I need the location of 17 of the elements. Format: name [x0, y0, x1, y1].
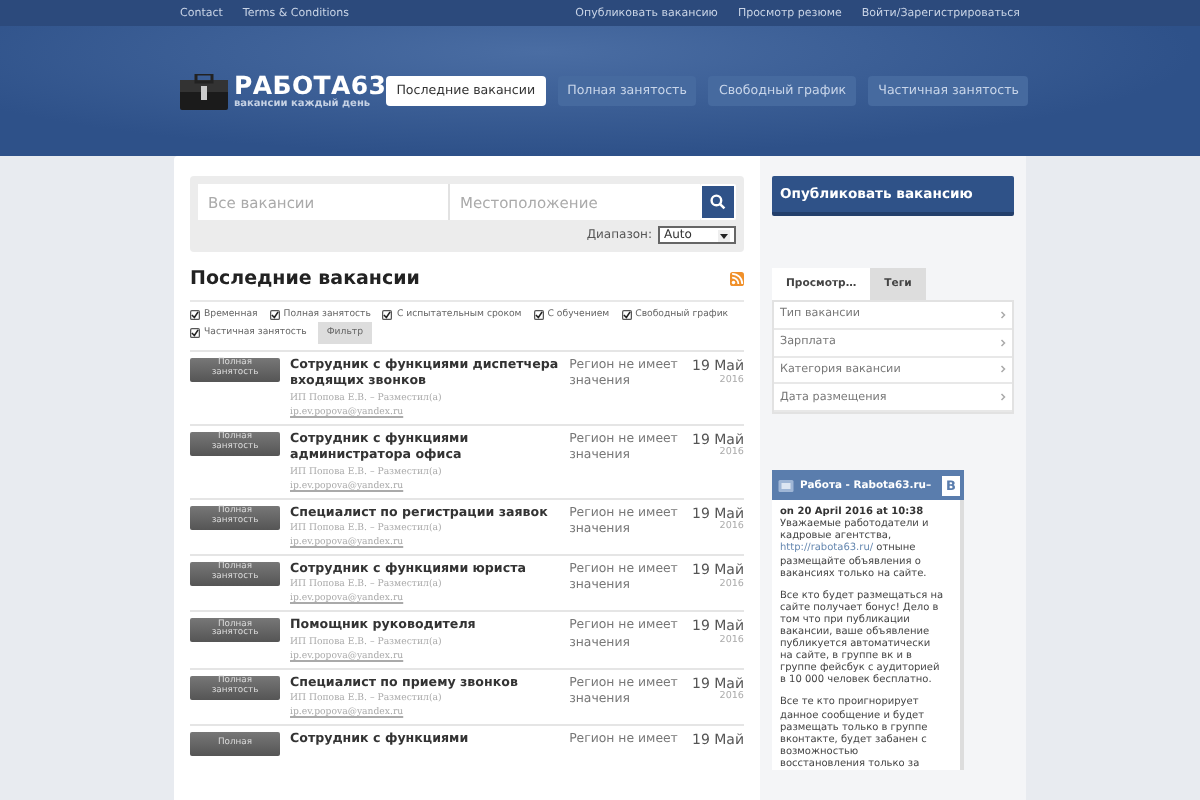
briefcase-icon	[180, 73, 228, 109]
chevron-icon	[1000, 309, 1006, 320]
chevron-icon	[1000, 337, 1006, 348]
site-logo-title[interactable]: РАБОТА63	[234, 72, 387, 98]
checkbox[interactable]	[190, 310, 200, 320]
dropdown-arrow-icon	[718, 229, 730, 241]
chevron-icon	[1000, 364, 1006, 375]
community-avatar-icon	[778, 479, 794, 492]
checkbox[interactable]	[533, 310, 544, 320]
checkbox[interactable]	[621, 310, 632, 320]
checkbox[interactable]	[269, 310, 280, 320]
checkbox[interactable]	[190, 328, 200, 338]
chevron-icon	[1000, 392, 1006, 403]
checkbox[interactable]	[382, 310, 393, 320]
section-title: Последние вакансии	[190, 268, 420, 290]
search-button[interactable]	[700, 184, 736, 220]
search-icon	[710, 194, 726, 210]
